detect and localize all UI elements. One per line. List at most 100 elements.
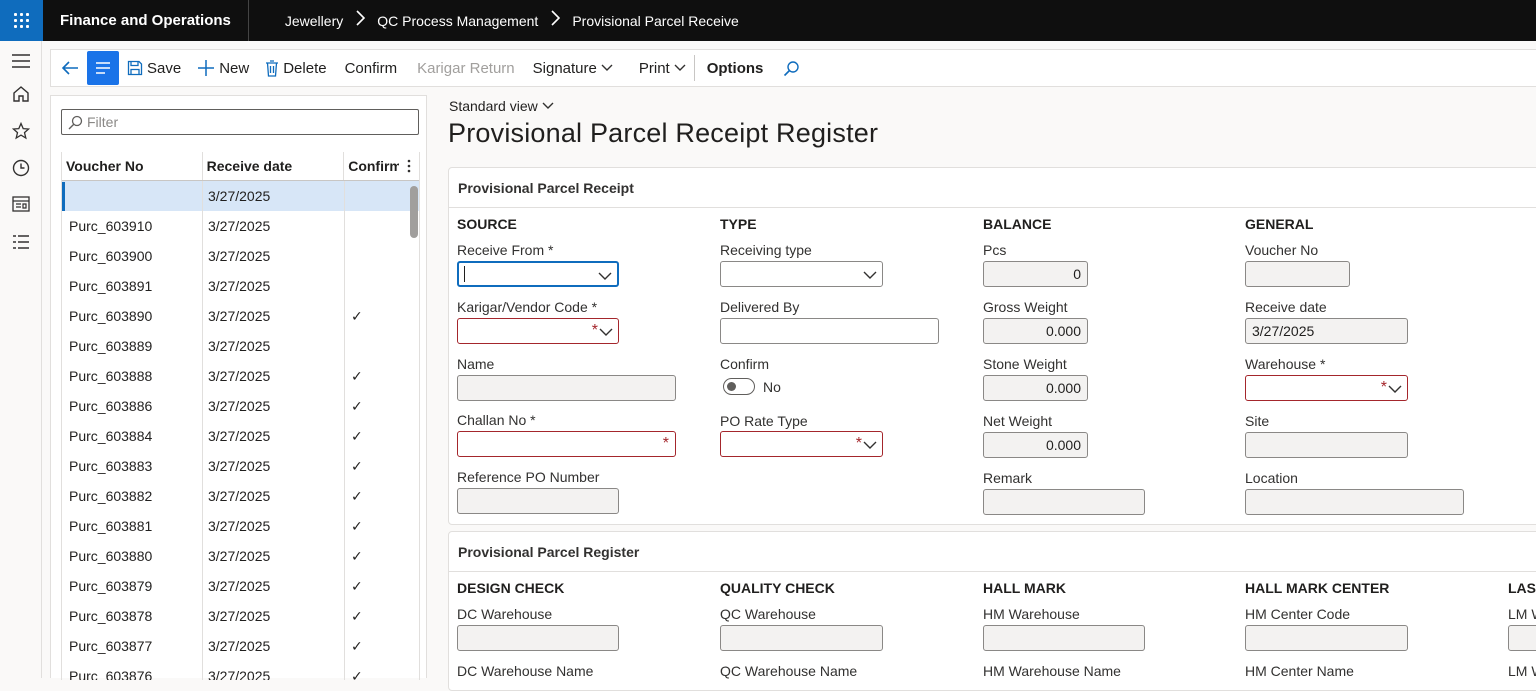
site-field[interactable]	[1245, 432, 1408, 458]
receive-from-select[interactable]	[457, 261, 619, 287]
hm-warehouse-field[interactable]	[983, 625, 1145, 651]
stone-weight-field[interactable]: 0.000	[983, 375, 1088, 401]
receive-date-cell[interactable]: 3/27/2025	[203, 571, 345, 601]
table-row[interactable]: Purc_603876 3/27/2025 ✓	[62, 661, 419, 680]
table-row[interactable]: Purc_603900 3/27/2025	[62, 241, 419, 271]
voucher-no-cell[interactable]: Purc_603890	[62, 301, 203, 331]
warehouse-select[interactable]: *	[1245, 375, 1408, 401]
receive-date-cell[interactable]: 3/27/2025	[203, 181, 345, 211]
app-title[interactable]: Finance and Operations	[43, 0, 249, 41]
filter-input[interactable]: Filter	[61, 109, 419, 135]
app-launcher-icon[interactable]	[0, 0, 43, 41]
voucher-no-cell[interactable]: Purc_603891	[62, 271, 203, 301]
table-row[interactable]: Purc_603889 3/27/2025	[62, 331, 419, 361]
receive-date-cell[interactable]: 3/27/2025	[203, 601, 345, 631]
challan-no-field[interactable]: *	[457, 431, 676, 457]
hamburger-icon[interactable]	[10, 50, 32, 72]
voucher-no-cell[interactable]: Purc_603883	[62, 451, 203, 481]
receive-date-cell[interactable]: 3/27/2025	[203, 331, 345, 361]
qc-warehouse-field[interactable]	[720, 625, 883, 651]
view-selector[interactable]: Standard view	[449, 98, 554, 114]
delete-button[interactable]: Delete	[255, 50, 332, 86]
table-row[interactable]: Purc_603882 3/27/2025 ✓	[62, 481, 419, 511]
dc-warehouse-field[interactable]	[457, 625, 619, 651]
receive-date-cell[interactable]: 3/27/2025	[203, 481, 345, 511]
voucher-no-cell[interactable]: Purc_603878	[62, 601, 203, 631]
receive-date-field[interactable]: 3/27/2025	[1245, 318, 1408, 344]
table-row[interactable]: Purc_603891 3/27/2025	[62, 271, 419, 301]
home-icon[interactable]	[10, 83, 32, 105]
net-weight-field[interactable]: 0.000	[983, 432, 1088, 458]
voucher-no-cell[interactable]: Purc_603876	[62, 661, 203, 680]
table-row[interactable]: Purc_603884 3/27/2025 ✓	[62, 421, 419, 451]
gross-weight-field[interactable]: 0.000	[983, 318, 1088, 344]
voucher-no-cell[interactable]: Purc_603882	[62, 481, 203, 511]
options-tab[interactable]: Options	[697, 50, 774, 86]
remark-field[interactable]	[983, 489, 1145, 515]
voucher-no-cell[interactable]: Purc_603879	[62, 571, 203, 601]
receive-date-cell[interactable]: 3/27/2025	[203, 661, 345, 680]
receive-date-cell[interactable]: 3/27/2025	[203, 301, 345, 331]
table-row[interactable]: Purc_603879 3/27/2025 ✓	[62, 571, 419, 601]
table-row[interactable]: Purc_603886 3/27/2025 ✓	[62, 391, 419, 421]
receive-date-cell[interactable]: 3/27/2025	[203, 211, 345, 241]
voucher-no-cell[interactable]: Purc_603884	[62, 421, 203, 451]
confirm-toggle[interactable]	[723, 378, 755, 395]
table-row[interactable]: Purc_603883 3/27/2025 ✓	[62, 451, 419, 481]
voucher-no-cell[interactable]: Purc_603886	[62, 391, 203, 421]
table-row[interactable]: Purc_603880 3/27/2025 ✓	[62, 541, 419, 571]
breadcrumb-item-jewellery[interactable]: Jewellery	[285, 13, 343, 29]
list-view-toggle-button[interactable]	[87, 51, 119, 85]
name-field[interactable]	[457, 375, 676, 401]
column-header-confirm[interactable]: Confirm	[344, 152, 399, 180]
table-row[interactable]: Purc_603877 3/27/2025 ✓	[62, 631, 419, 661]
table-row[interactable]: Purc_603881 3/27/2025 ✓	[62, 511, 419, 541]
clock-icon[interactable]	[10, 157, 32, 179]
voucher-no-cell[interactable]: Purc_603881	[62, 511, 203, 541]
save-button[interactable]: Save	[121, 50, 187, 86]
receive-date-cell[interactable]: 3/27/2025	[203, 631, 345, 661]
receive-date-cell[interactable]: 3/27/2025	[203, 511, 345, 541]
table-row[interactable]: 3/27/2025	[62, 181, 419, 211]
list-icon[interactable]	[10, 231, 32, 253]
vendor-code-select[interactable]: *	[457, 318, 619, 344]
back-button[interactable]	[51, 50, 87, 86]
star-icon[interactable]	[10, 120, 32, 142]
voucher-no-cell[interactable]	[62, 181, 203, 211]
receive-date-cell[interactable]: 3/27/2025	[203, 541, 345, 571]
voucher-no-cell[interactable]: Purc_603889	[62, 331, 203, 361]
search-button[interactable]	[773, 50, 810, 86]
receiving-type-select[interactable]	[720, 261, 883, 287]
more-options-icon[interactable]	[399, 152, 419, 180]
po-rate-type-select[interactable]: *	[720, 431, 883, 457]
breadcrumb-item-current[interactable]: Provisional Parcel Receive	[572, 13, 739, 29]
voucher-no-cell[interactable]: Purc_603880	[62, 541, 203, 571]
receive-date-cell[interactable]: 3/27/2025	[203, 361, 345, 391]
new-button[interactable]: New	[187, 50, 255, 86]
confirm-button[interactable]: Confirm	[333, 50, 408, 86]
voucher-no-field[interactable]	[1245, 261, 1350, 287]
voucher-no-cell[interactable]: Purc_603888	[62, 361, 203, 391]
table-row[interactable]: Purc_603910 3/27/2025	[62, 211, 419, 241]
column-header-receive-date[interactable]: Receive date	[203, 152, 345, 180]
receive-date-cell[interactable]: 3/27/2025	[203, 271, 345, 301]
receive-date-cell[interactable]: 3/27/2025	[203, 241, 345, 271]
reference-po-field[interactable]	[457, 488, 619, 514]
karigar-return-button[interactable]: Karigar Return	[407, 50, 525, 86]
pcs-field[interactable]: 0	[983, 261, 1088, 287]
location-field[interactable]	[1245, 489, 1464, 515]
table-row[interactable]: Purc_603878 3/27/2025 ✓	[62, 601, 419, 631]
receive-date-cell[interactable]: 3/27/2025	[203, 421, 345, 451]
voucher-no-cell[interactable]: Purc_603910	[62, 211, 203, 241]
hm-center-code-field[interactable]	[1245, 625, 1408, 651]
workspace-icon[interactable]	[10, 193, 32, 215]
lm-warehouse-field[interactable]	[1508, 625, 1536, 651]
voucher-no-cell[interactable]: Purc_603877	[62, 631, 203, 661]
receive-date-cell[interactable]: 3/27/2025	[203, 451, 345, 481]
voucher-no-cell[interactable]: Purc_603900	[62, 241, 203, 271]
table-row[interactable]: Purc_603890 3/27/2025 ✓	[62, 301, 419, 331]
scrollbar-thumb[interactable]	[410, 186, 418, 238]
table-row[interactable]: Purc_603888 3/27/2025 ✓	[62, 361, 419, 391]
print-menu-button[interactable]: Print	[621, 50, 692, 86]
grid-scrollbar[interactable]	[406, 184, 419, 680]
